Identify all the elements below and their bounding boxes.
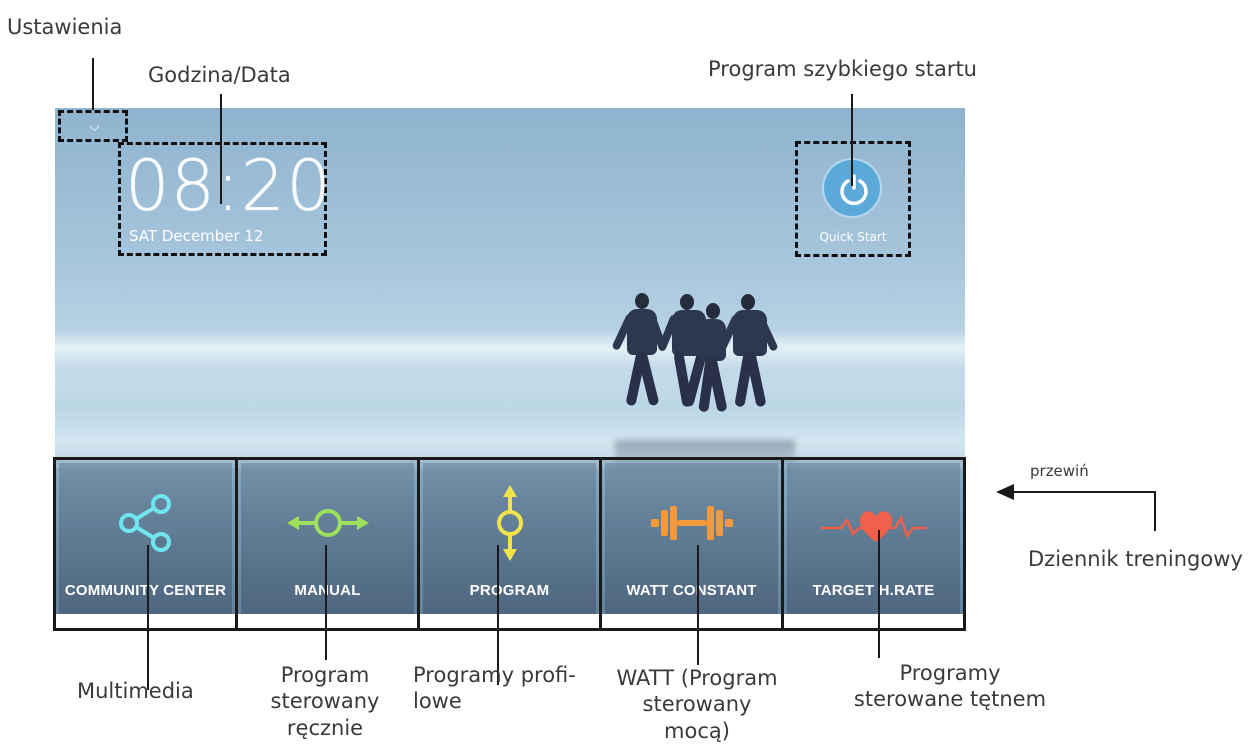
tile-label: MANUAL — [294, 582, 361, 599]
tile-program[interactable]: PROGRAM — [420, 460, 602, 628]
leader-line — [1154, 491, 1156, 531]
tile-label: PROGRAM — [469, 582, 550, 599]
settings-button[interactable]: ⌵ — [58, 110, 128, 142]
leader-line — [878, 530, 880, 658]
tile-target-heart-rate[interactable]: TARGET H.RATE — [784, 460, 963, 628]
annotation-training-log: Dziennik treningowy — [1028, 547, 1243, 571]
annotation-quick-start: Program szybkiego startu — [708, 57, 977, 81]
annotation-time-date: Godzina/Data — [148, 63, 291, 87]
tile-watt-constant[interactable]: WATT CONSTANT — [602, 460, 784, 628]
tile-label: TARGET H.RATE — [812, 582, 935, 599]
dumbbell-icon — [650, 506, 733, 540]
scroll-arrow-line — [1010, 491, 1156, 493]
annotation-manual: Program sterowany ręcznie — [270, 663, 380, 740]
tile-label: COMMUNITY CENTER — [64, 582, 227, 599]
clock-date: SAT December 12 — [129, 227, 264, 245]
annotation-heart-rate: Programy sterowane tętnem — [853, 661, 1047, 712]
quick-start-area: Quick Start — [795, 141, 911, 257]
leader-line — [851, 94, 853, 186]
annotation-multimedia: Multimedia — [77, 679, 194, 703]
annotation-settings: Ustawienia — [7, 15, 123, 39]
clock-widget: 08:20 SAT December 12 — [118, 142, 331, 256]
annotation-profile-programs: Programy profi- lowe — [413, 663, 576, 714]
leader-line — [92, 58, 94, 110]
program-icon — [496, 485, 523, 561]
horizon-glow — [55, 330, 965, 370]
leader-line — [147, 545, 149, 690]
quick-start-label: Quick Start — [819, 230, 887, 244]
leader-line — [697, 545, 699, 665]
annotation-scroll: przewiń — [1030, 462, 1089, 480]
program-tiles: COMMUNITY CENTER MANUAL PROGRAM WATT CON… — [53, 457, 966, 631]
manual-icon — [286, 509, 369, 537]
leader-line — [325, 545, 327, 660]
leader-line — [220, 94, 222, 204]
clock-time: 08:20 — [125, 145, 332, 227]
power-icon — [840, 174, 868, 206]
heart-rate-icon — [820, 511, 927, 542]
tile-manual[interactable]: MANUAL — [238, 460, 420, 628]
annotation-watt: WATT (Program sterowany mocą) — [616, 666, 778, 743]
tile-label: WATT CONSTANT — [626, 582, 757, 599]
share-icon — [118, 494, 171, 552]
arrow-left-icon — [996, 484, 1014, 500]
chevron-down-icon: ⌵ — [89, 119, 100, 135]
